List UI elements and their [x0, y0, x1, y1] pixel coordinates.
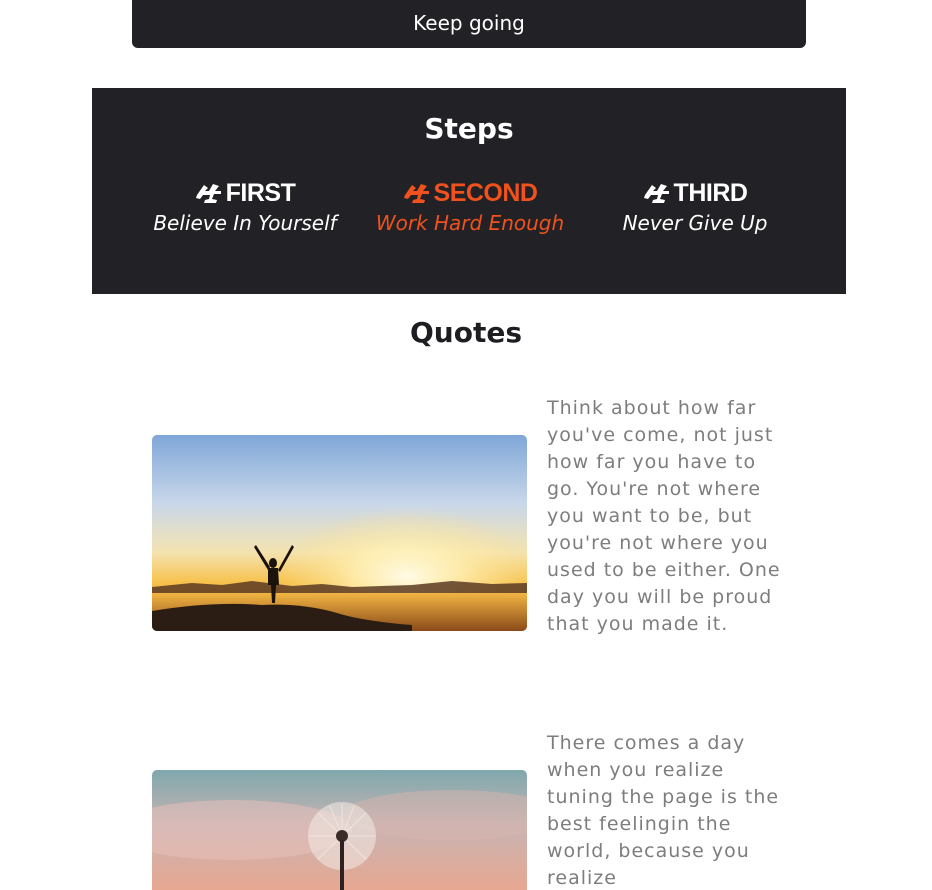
step-third-subtitle: Never Give Up [622, 211, 768, 235]
step-first-heading: FIRST [132, 178, 358, 208]
quote-text-2: There comes a day when you realize tunin… [547, 732, 780, 889]
step-second-label: SECOND [433, 179, 538, 207]
runner-icon [195, 182, 223, 204]
quotes-title: Quotes [409, 316, 522, 349]
runner-icon [643, 182, 671, 204]
step-first-label: FIRST [225, 179, 296, 207]
step-second-subtitle: Work Hard Enough [375, 211, 565, 235]
steps-section: Steps FIRST Believe In Yourself SECOND W… [92, 88, 846, 294]
sunset-person-image [152, 435, 527, 631]
dandelion-image [152, 770, 527, 890]
keep-going-button[interactable]: Keep going [132, 0, 806, 48]
step-third-heading: THIRD [582, 178, 808, 208]
step-third: THIRD Never Give Up [582, 178, 808, 236]
step-first-subtitle: Believe In Yourself [153, 211, 337, 235]
step-second-heading: SECOND [357, 178, 583, 208]
step-third-label: THIRD [673, 179, 748, 207]
runner-icon [403, 182, 431, 204]
steps-title: Steps [424, 112, 514, 145]
quote-text-1: Think about how far you've come, not jus… [547, 397, 781, 635]
step-first: FIRST Believe In Yourself [132, 178, 358, 236]
page: Keep going Steps FIRST Believe In Yourse… [0, 0, 932, 890]
step-second: SECOND Work Hard Enough [357, 178, 583, 236]
